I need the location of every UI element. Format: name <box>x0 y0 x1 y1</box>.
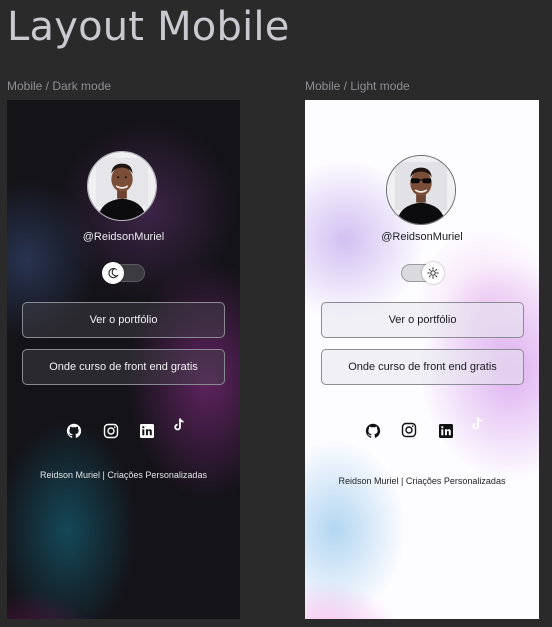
linkedin-icon[interactable] <box>139 423 155 439</box>
dark-frame-label: Mobile / Dark mode <box>7 79 112 93</box>
profile-photo <box>387 156 455 224</box>
theme-toggle[interactable] <box>102 262 145 284</box>
username: @ReidsonMuriel <box>82 231 165 243</box>
profile-avatar <box>386 155 456 225</box>
theme-toggle[interactable] <box>401 262 444 284</box>
profile-avatar <box>87 151 157 221</box>
social-links <box>305 417 539 442</box>
github-icon[interactable] <box>365 423 381 439</box>
profile-photo <box>88 152 156 220</box>
tiktok-icon[interactable] <box>171 417 187 433</box>
github-icon[interactable] <box>66 423 82 439</box>
mobile-dark-frame: @ReidsonMuriel Ver o portfólio Onde curs… <box>7 100 240 619</box>
portfolio-button[interactable]: Ver o portfólio <box>22 302 225 338</box>
mobile-light-frame: @ReidsonMuriel Ver o portfólio Onde curs… <box>305 100 539 619</box>
moon-icon <box>108 268 119 279</box>
theme-toggle-knob[interactable] <box>102 262 124 284</box>
footer-text: Reidson Muriel | Criações Personalizadas <box>338 476 506 486</box>
theme-toggle-knob[interactable] <box>422 262 444 284</box>
instagram-icon[interactable] <box>103 423 119 439</box>
instagram-icon[interactable] <box>401 422 417 438</box>
footer-text: Reidson Muriel | Criações Personalizadas <box>40 470 207 480</box>
frontend-course-button[interactable]: Onde curso de front end gratis <box>22 349 225 385</box>
portfolio-button[interactable]: Ver o portfólio <box>321 302 524 338</box>
social-links <box>7 417 240 442</box>
sun-icon <box>427 267 439 279</box>
page-title: Layout Mobile <box>7 4 290 50</box>
username: @ReidsonMuriel <box>381 231 463 243</box>
linkedin-icon[interactable] <box>438 423 454 439</box>
tiktok-icon[interactable] <box>469 416 485 432</box>
light-frame-label: Mobile / Light mode <box>305 79 410 93</box>
frontend-course-button[interactable]: Onde curso de front end gratis <box>321 349 524 385</box>
